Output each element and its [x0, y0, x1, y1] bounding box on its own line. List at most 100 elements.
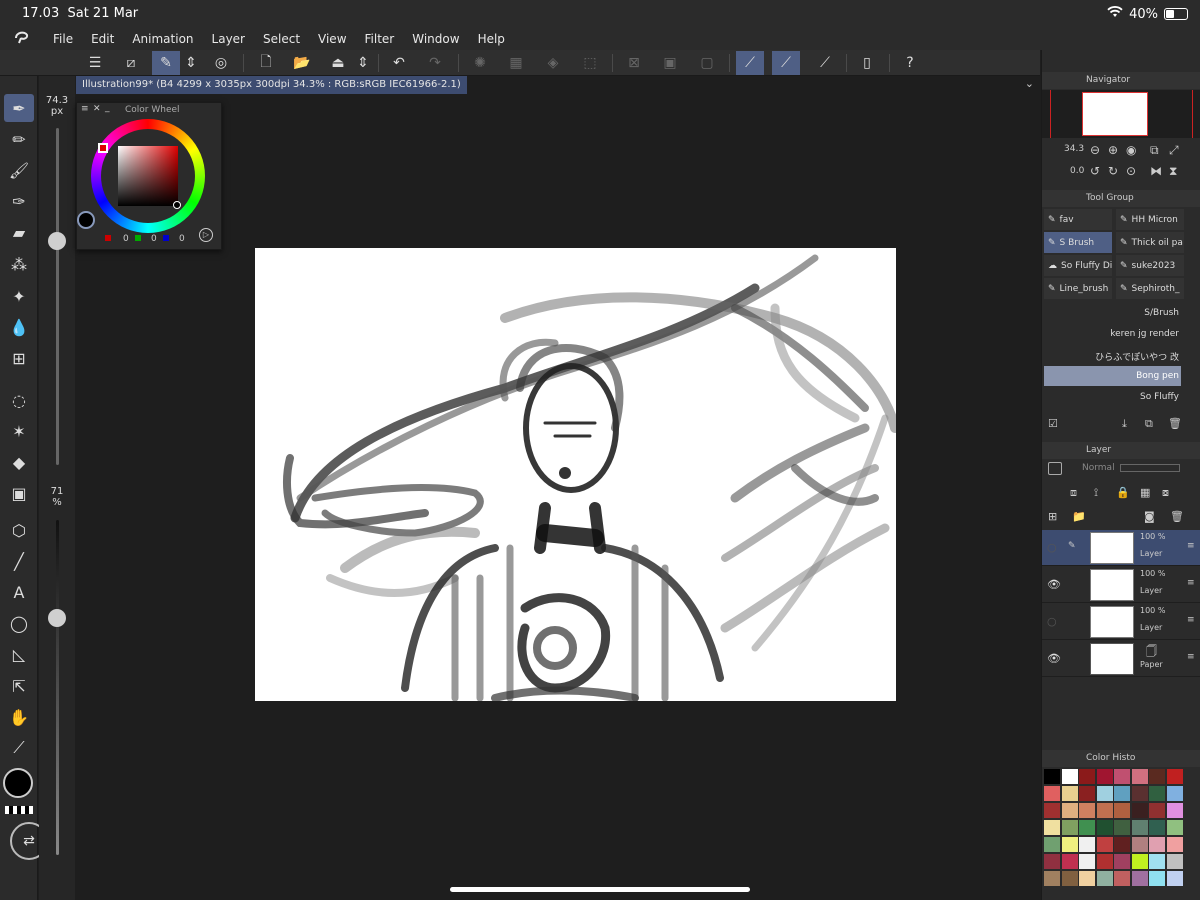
layer-menu-icon[interactable]: ≡: [1187, 578, 1195, 588]
grid-tool-icon[interactable]: ⊞: [4, 344, 34, 372]
eye-icon[interactable]: 👁: [1047, 652, 1061, 665]
color-history-swatch[interactable]: [1149, 820, 1165, 835]
color-history-swatch[interactable]: [1079, 803, 1095, 818]
color-history-swatch[interactable]: [1079, 786, 1095, 801]
loading-icon[interactable]: ✺: [466, 51, 494, 75]
color-history-swatch[interactable]: [1114, 871, 1130, 886]
rotate-right-icon[interactable]: ↻: [1108, 164, 1118, 178]
color-history-swatch[interactable]: [1044, 820, 1060, 835]
companion-icon[interactable]: ◎: [207, 51, 235, 75]
reset-rotation-icon[interactable]: ⊙: [1126, 164, 1136, 178]
color-history-swatch[interactable]: [1131, 871, 1148, 886]
visibility-off-icon[interactable]: ○: [1047, 615, 1057, 628]
color-history-swatch[interactable]: [1096, 854, 1113, 869]
minimize-icon[interactable]: _: [105, 103, 110, 113]
layer-menu-icon[interactable]: ≡: [1187, 615, 1195, 625]
sparkle-tool-icon[interactable]: ✦: [4, 282, 34, 310]
color-selector[interactable]: [173, 201, 181, 209]
reference-layer-icon[interactable]: ⧈: [1070, 486, 1077, 500]
color-history-swatch[interactable]: [1044, 769, 1060, 784]
fit-window-icon[interactable]: ⤢: [1169, 143, 1179, 158]
trash-icon[interactable]: 🗑: [1168, 417, 1182, 430]
text-tool-icon[interactable]: A: [4, 578, 34, 606]
ruler-snap-icon[interactable]: ⟋: [736, 51, 764, 75]
blend-mode-select[interactable]: Normal: [1082, 463, 1115, 473]
color-history-swatch[interactable]: [1166, 769, 1183, 784]
color-history-swatch[interactable]: [1114, 803, 1130, 818]
device-icon[interactable]: ▯: [853, 51, 881, 75]
gradient-tool-icon[interactable]: ▣: [4, 479, 34, 507]
color-history-swatch[interactable]: [1061, 786, 1078, 801]
balloon-tool-icon[interactable]: ◯: [4, 609, 34, 637]
lasso-tool-icon[interactable]: ◌: [4, 386, 34, 414]
color-history-swatch[interactable]: [1044, 803, 1060, 818]
hand-tool-icon[interactable]: ✋: [4, 703, 34, 731]
brush-subtool[interactable]: So Fluffy: [1044, 387, 1181, 407]
color-history-swatch[interactable]: [1149, 871, 1165, 886]
tool-group-item[interactable]: ✎ Thick oil pa: [1116, 232, 1184, 253]
color-history-swatch[interactable]: [1114, 837, 1130, 852]
color-history-swatch[interactable]: [1166, 786, 1183, 801]
line-tool-icon[interactable]: ╱: [4, 547, 34, 575]
open-folder-icon[interactable]: 📂: [288, 51, 316, 75]
menu-file[interactable]: File: [44, 32, 82, 46]
layer-mask-icon[interactable]: ◙: [1144, 510, 1155, 523]
color-history-swatch[interactable]: [1166, 837, 1183, 852]
color-mode-icon[interactable]: ▷: [199, 228, 213, 242]
edit-pen-icon[interactable]: ✎: [152, 51, 180, 75]
fill-tool-icon[interactable]: ◆: [4, 448, 34, 476]
brush-tool-icon[interactable]: 🖌: [4, 156, 34, 184]
fit-screen-icon[interactable]: ⧉: [1150, 143, 1159, 158]
mask-icon[interactable]: ⧇: [1162, 486, 1169, 500]
menu-layer[interactable]: Layer: [203, 32, 254, 46]
color-history-swatch[interactable]: [1044, 871, 1060, 886]
color-history-swatch[interactable]: [1114, 786, 1130, 801]
zoom-out-icon[interactable]: ⊖: [1090, 143, 1100, 157]
redo-icon[interactable]: ↷: [421, 51, 449, 75]
navigator-preview[interactable]: [1042, 90, 1200, 138]
figure-tool-icon[interactable]: ⬡: [4, 516, 34, 544]
actual-size-icon[interactable]: ◉: [1126, 143, 1136, 157]
color-history-swatch[interactable]: [1149, 803, 1165, 818]
color-history-swatch[interactable]: [1166, 854, 1183, 869]
color-history-swatch[interactable]: [1096, 803, 1113, 818]
tool-group-item[interactable]: ☁ So Fluffy Di: [1044, 255, 1112, 276]
color-history-swatch[interactable]: [1044, 786, 1060, 801]
ruler-icon[interactable]: ⟋: [811, 51, 839, 75]
pen-tool-icon[interactable]: ✒: [4, 94, 34, 122]
layer-menu-icon[interactable]: ≡: [1187, 652, 1195, 662]
color-history-swatch[interactable]: [1079, 871, 1095, 886]
opacity-slider[interactable]: [1120, 464, 1180, 472]
color-history-swatch[interactable]: [1079, 820, 1095, 835]
color-history-swatch[interactable]: [1096, 837, 1113, 852]
color-history-swatch[interactable]: [1149, 769, 1165, 784]
color-history-swatch[interactable]: [1131, 854, 1148, 869]
opacity-knob[interactable]: [48, 609, 66, 627]
eyedropper-tool-icon[interactable]: ⟋: [4, 734, 34, 762]
transparent-color-swatch[interactable]: [5, 806, 33, 814]
flip-vertical-icon[interactable]: ⧗: [1169, 164, 1177, 179]
color-history-swatch[interactable]: [1061, 803, 1078, 818]
drawing-canvas[interactable]: [255, 248, 896, 701]
clip-icon[interactable]: ⟟: [1094, 486, 1098, 500]
color-history-swatch[interactable]: [1131, 837, 1148, 852]
menu-edit[interactable]: Edit: [82, 32, 123, 46]
app-logo-icon[interactable]: [0, 30, 44, 48]
tool-group-item[interactable]: ✎ suke2023: [1116, 255, 1184, 276]
delete-layer-icon[interactable]: 🗑: [1170, 510, 1184, 523]
chevron-updown-icon[interactable]: ⇕: [184, 51, 198, 75]
main-color-swatch[interactable]: [3, 768, 33, 798]
layer-menu-icon[interactable]: ≡: [1187, 541, 1195, 551]
lock-icon[interactable]: 🔒: [1116, 486, 1130, 499]
color-history-swatch[interactable]: [1061, 871, 1078, 886]
menu-help[interactable]: Help: [469, 32, 514, 46]
color-history-swatch[interactable]: [1044, 854, 1060, 869]
color-history-swatch[interactable]: [1061, 837, 1078, 852]
layer-row[interactable]: ○ 100 % Layer ≡: [1042, 604, 1200, 640]
tool-group-item[interactable]: ✎ Sephiroth_: [1116, 278, 1184, 299]
rotate-left-icon[interactable]: ↺: [1090, 164, 1100, 178]
eye-icon[interactable]: 👁: [1047, 578, 1061, 591]
flip-horizontal-icon[interactable]: ⧓: [1150, 164, 1162, 178]
layer-row[interactable]: 👁 100 % Layer ≡: [1042, 567, 1200, 603]
zoom-in-icon[interactable]: ⊕: [1108, 143, 1118, 157]
